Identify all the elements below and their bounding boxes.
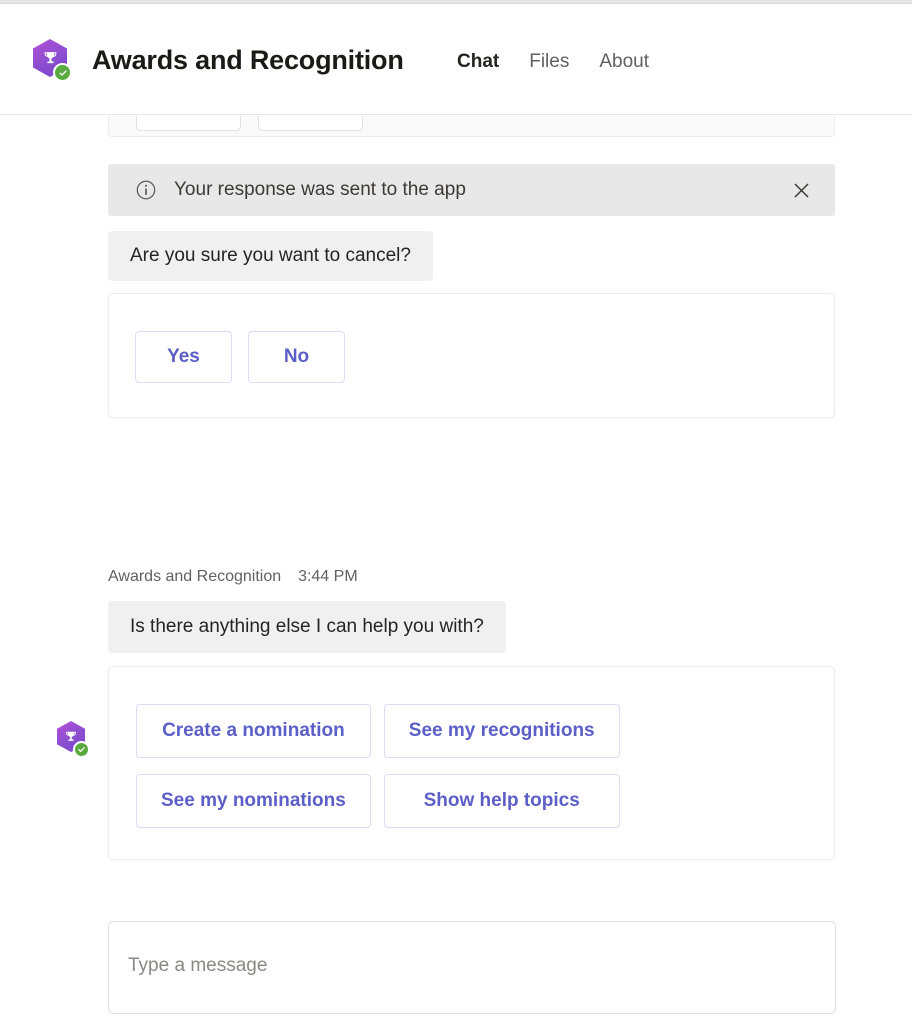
system-notification-bar: Your response was sent to the app [108, 164, 835, 216]
confirm-button-row: Yes No [135, 331, 345, 383]
info-circle-icon [135, 179, 157, 201]
see-my-recognitions-button[interactable]: See my recognitions [383, 704, 620, 758]
message-timestamp: 3:44 PM [298, 568, 358, 585]
message-compose-box[interactable]: Type a message [108, 921, 836, 1014]
previous-choice-button-row: Select Cancel [136, 116, 363, 131]
tab-about[interactable]: About [597, 51, 651, 79]
suggested-actions-card: Create a nomination See my recognitions … [108, 666, 835, 860]
bot-message-bubble: Is there anything else I can help you wi… [108, 601, 506, 653]
app-header: Awards and Recognition Chat Files About [0, 5, 912, 125]
page-title: Awards and Recognition [92, 45, 404, 75]
window-chrome-strip [0, 0, 912, 4]
cancel-button[interactable]: Cancel [258, 116, 363, 131]
message-input-placeholder[interactable]: Type a message [128, 955, 267, 977]
message-sender-name: Awards and Recognition [108, 568, 282, 585]
teams-app-window: Awards and Recognition Chat Files About … [0, 0, 912, 1026]
bot-message-bubble: Are you sure you want to cancel? [108, 231, 433, 281]
tab-bar: Chat Files About [455, 51, 651, 125]
yes-button[interactable]: Yes [135, 331, 232, 383]
select-button[interactable]: Select [136, 116, 241, 131]
show-help-topics-button[interactable]: Show help topics [383, 774, 620, 828]
chat-message-list[interactable]: Select Cancel Your response was sent to … [0, 116, 912, 911]
see-my-nominations-button[interactable]: See my nominations [136, 774, 371, 828]
checkmark-icon [53, 63, 72, 82]
close-icon[interactable] [789, 178, 813, 202]
no-button[interactable]: No [248, 331, 345, 383]
system-notification-text: Your response was sent to the app [174, 179, 466, 200]
create-a-nomination-button[interactable]: Create a nomination [136, 704, 371, 758]
checkmark-icon [73, 741, 90, 758]
tab-files[interactable]: Files [527, 51, 571, 79]
tab-chat[interactable]: Chat [455, 51, 501, 125]
previous-choice-card: Select Cancel [108, 116, 835, 137]
app-avatar [33, 39, 73, 83]
suggested-actions-grid: Create a nomination See my recognitions … [136, 704, 620, 828]
confirm-choice-card: Yes No [108, 293, 835, 418]
message-avatar [57, 721, 93, 761]
message-meta: Awards and Recognition 3:44 PM [108, 568, 358, 586]
